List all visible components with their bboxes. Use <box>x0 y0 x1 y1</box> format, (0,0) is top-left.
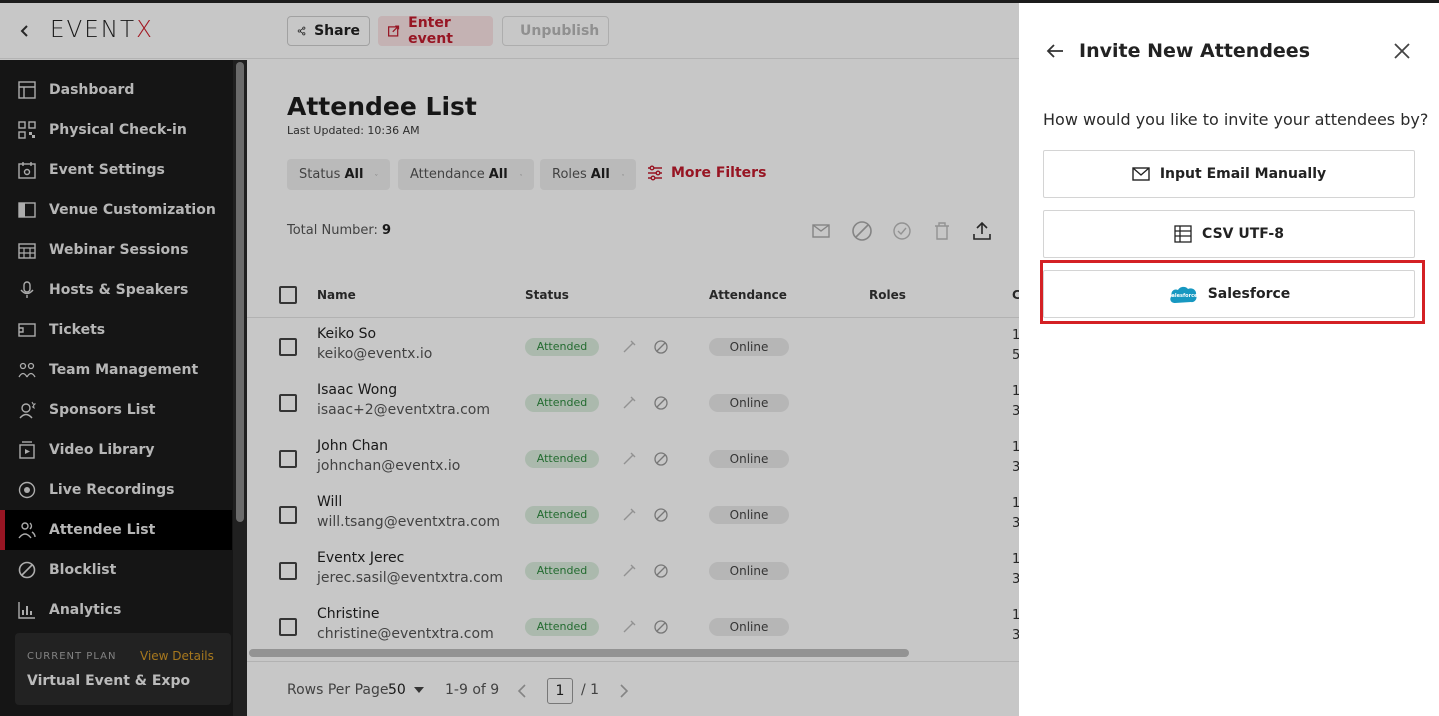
arrow-left-icon[interactable] <box>1045 41 1065 61</box>
mail-icon <box>1132 167 1150 181</box>
input-email-manually-button[interactable]: Input Email Manually <box>1043 150 1415 198</box>
csv-table-icon <box>1174 225 1192 243</box>
invite-attendees-drawer: Invite New Attendees How would you like … <box>1019 3 1439 716</box>
salesforce-highlight-box <box>1040 260 1425 324</box>
close-icon[interactable] <box>1393 42 1411 60</box>
top-border <box>0 0 1439 3</box>
csv-utf8-button[interactable]: CSV UTF-8 <box>1043 210 1415 258</box>
modal-backdrop[interactable] <box>0 3 1019 716</box>
option-label: Input Email Manually <box>1159 166 1327 182</box>
option-label: CSV UTF-8 <box>1202 226 1284 242</box>
drawer-title: Invite New Attendees <box>1079 40 1310 62</box>
invite-question: How would you like to invite your attend… <box>1043 110 1429 129</box>
